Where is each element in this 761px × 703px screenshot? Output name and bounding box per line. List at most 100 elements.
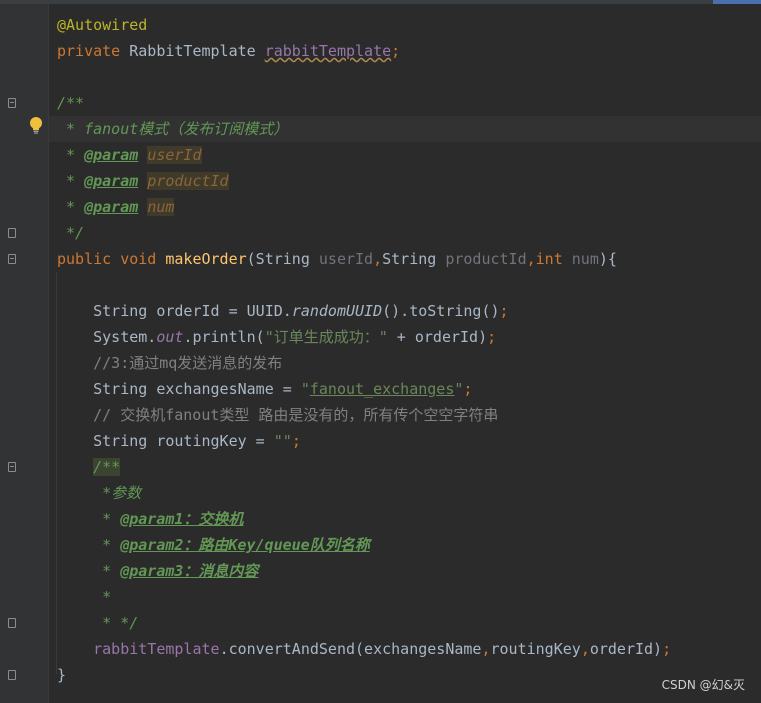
gutter-separator <box>48 4 49 703</box>
code-line[interactable]: * @param productId <box>57 168 229 194</box>
code-token: rabbitTemplate <box>264 42 392 60</box>
code-token: out <box>156 328 184 346</box>
code-line[interactable]: String routingKey = ""; <box>57 428 301 454</box>
code-token: , <box>526 250 536 268</box>
code-line[interactable]: // 交换机fanout类型 路由是没有的，所有传个空空字符串 <box>57 402 498 428</box>
code-line[interactable]: /** <box>57 454 121 480</box>
code-token: @param <box>84 146 139 164</box>
code-line[interactable]: public void makeOrder(String userId,Stri… <box>57 246 617 272</box>
code-token: String <box>382 250 446 268</box>
code-token: *参数 <box>57 484 142 502</box>
code-token: " <box>300 380 310 398</box>
fold-marker-icon[interactable] <box>8 254 16 264</box>
code-token: * <box>57 172 85 190</box>
code-token: routingKey <box>490 640 581 658</box>
code-token: String exchangesName = <box>57 380 301 398</box>
code-token: .convertAndSend(exchangesName <box>219 640 482 658</box>
fold-marker-icon[interactable] <box>8 98 16 108</box>
code-token: productId <box>445 250 527 268</box>
code-token: * */ <box>57 614 139 632</box>
code-line[interactable]: /** <box>57 90 84 116</box>
code-token: @param <box>84 198 139 216</box>
code-line[interactable]: String orderId = UUID.randomUUID().toStr… <box>57 298 509 324</box>
code-line[interactable]: System.out.println("订单生成成功：" + orderId); <box>57 324 496 350</box>
fold-marker-icon[interactable] <box>8 462 16 472</box>
code-token: ; <box>391 42 401 60</box>
code-token: int <box>535 250 572 268</box>
code-token: * <box>57 198 85 216</box>
code-token: (String <box>246 250 319 268</box>
code-line[interactable]: * @param userId <box>57 142 202 168</box>
code-token: String routingKey = <box>57 432 274 450</box>
code-token: RabbitTemplate <box>129 42 265 60</box>
code-token: fanout_exchanges <box>309 380 455 398</box>
code-token: num <box>571 250 599 268</box>
code-line[interactable]: * @param1：交换机 <box>57 506 243 532</box>
code-token: rabbitTemplate <box>93 640 220 658</box>
code-token: * fanout模式（发布订阅模式） <box>57 120 289 138</box>
code-token: ; <box>662 640 672 658</box>
code-line[interactable]: * <box>57 584 111 610</box>
code-token: private <box>57 42 130 60</box>
code-line[interactable]: * @param3：消息内容 <box>57 558 258 584</box>
code-token: public void <box>57 250 166 268</box>
code-token: String orderId = UUID. <box>57 302 292 320</box>
code-line[interactable]: * @param2：路由Key/queue队列名称 <box>57 532 370 558</box>
code-token: + orderId) <box>387 328 488 346</box>
editor-gutter[interactable] <box>0 4 48 703</box>
code-token: num <box>147 198 175 216</box>
code-token: ; <box>487 328 497 346</box>
fold-marker-icon[interactable] <box>8 670 16 680</box>
code-token: userId <box>318 250 374 268</box>
code-line[interactable]: String exchangesName = "fanout_exchanges… <box>57 376 472 402</box>
code-token: /** <box>57 94 85 112</box>
code-token: * <box>57 536 121 554</box>
watermark: CSDN @幻&灭 <box>661 678 745 692</box>
code-token: */ <box>57 224 85 242</box>
code-token: makeOrder <box>165 250 247 268</box>
code-token: , <box>481 640 491 658</box>
code-token: @param2：路由Key/queue队列名称 <box>120 536 370 554</box>
code-line[interactable]: */ <box>57 220 84 246</box>
code-token: ; <box>463 380 473 398</box>
code-token: * <box>57 588 112 606</box>
code-token: System. <box>57 328 157 346</box>
code-token: , <box>373 250 383 268</box>
code-token: // 交换机fanout类型 路由是没有的，所有传个空空字符串 <box>57 406 499 424</box>
code-token: randomUUID <box>291 302 383 320</box>
code-line[interactable]: private RabbitTemplate rabbitTemplate; <box>57 38 400 64</box>
code-line[interactable]: //3:通过mq发送消息的发布 <box>57 350 282 376</box>
code-line[interactable]: * fanout模式（发布订阅模式） <box>57 116 288 142</box>
code-line[interactable]: * @param num <box>57 194 175 220</box>
editor-top-border <box>0 0 761 4</box>
code-token: /** <box>93 458 121 476</box>
code-token: "订单生成成功：" <box>264 328 388 346</box>
code-line[interactable]: rabbitTemplate.convertAndSend(exchangesN… <box>57 636 671 662</box>
tab-accent <box>713 0 761 4</box>
code-line[interactable]: * */ <box>57 610 138 636</box>
code-token: @Autowired <box>57 16 148 34</box>
code-token: ().toString() <box>382 302 500 320</box>
code-token: //3:通过mq发送消息的发布 <box>57 354 283 372</box>
code-token: productId <box>147 172 229 190</box>
code-token: .println( <box>183 328 265 346</box>
code-token: , <box>580 640 590 658</box>
code-token: ; <box>499 302 509 320</box>
code-line[interactable]: } <box>57 662 66 688</box>
fold-marker-icon[interactable] <box>8 228 16 238</box>
code-token: * <box>57 562 121 580</box>
code-line[interactable]: *参数 <box>57 480 141 506</box>
code-token: userId <box>147 146 202 164</box>
code-token: } <box>57 666 67 684</box>
lightbulb-icon[interactable] <box>28 116 44 134</box>
code-token: @param3：消息内容 <box>120 562 259 580</box>
code-token: * <box>57 146 85 164</box>
fold-marker-icon[interactable] <box>8 618 16 628</box>
code-line[interactable]: @Autowired <box>57 12 147 38</box>
code-token: @param <box>84 172 139 190</box>
